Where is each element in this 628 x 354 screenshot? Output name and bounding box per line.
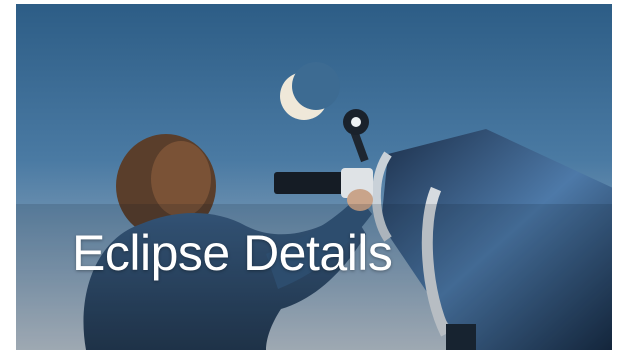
page-title: Eclipse Details (72, 225, 393, 281)
telescope-scene-image (16, 62, 612, 350)
moon-icon (280, 62, 340, 120)
hero-card: Eclipse Details (16, 4, 612, 350)
